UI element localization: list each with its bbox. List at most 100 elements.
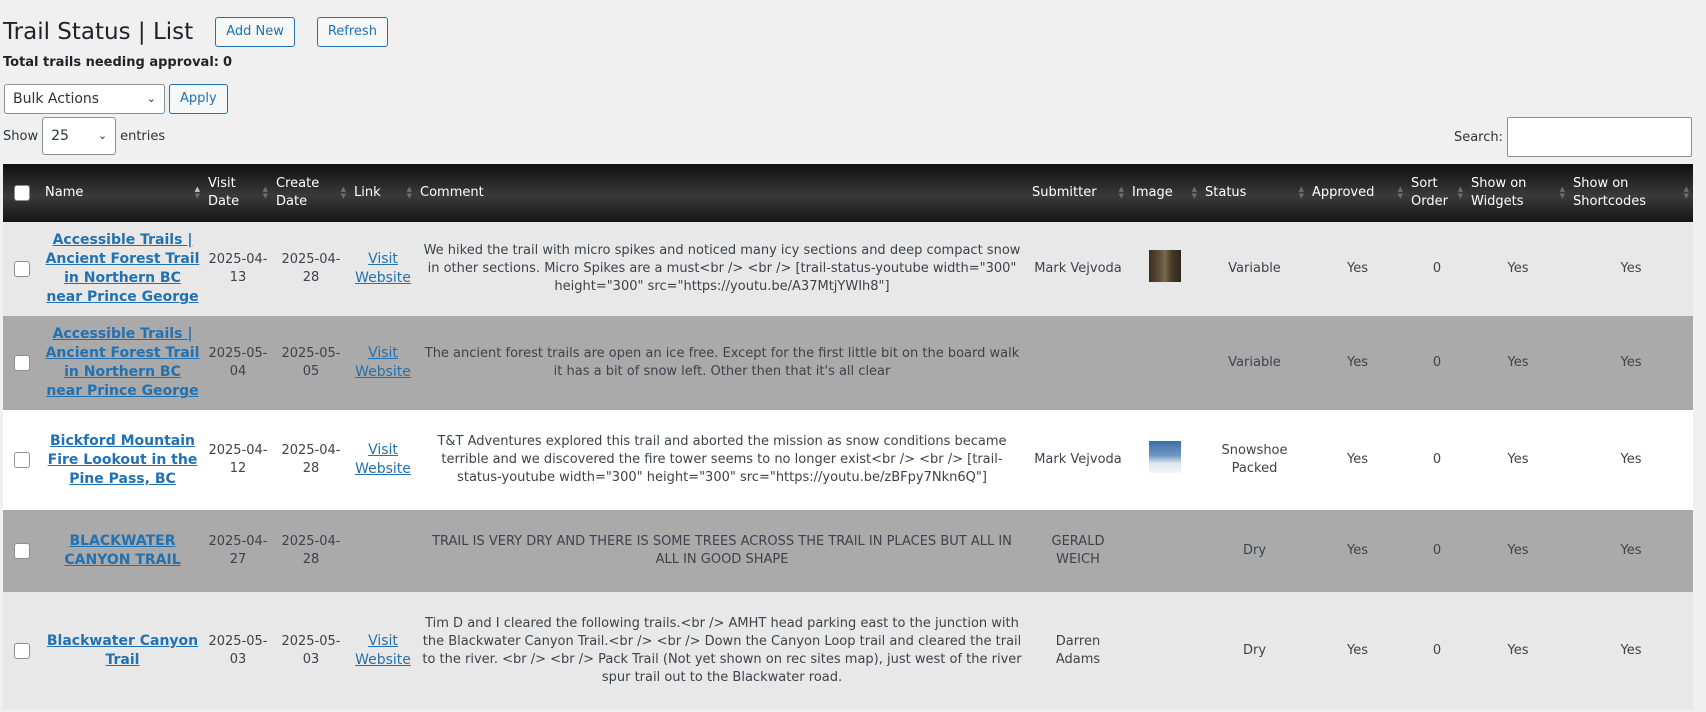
trail-name-link[interactable]: Bickford Mountain Fire Lookout in the Pi… [48,433,198,487]
name-cell: Accessible Trails | Ancient Forest Trail… [41,222,204,316]
column-header-comment[interactable]: Comment [416,164,1028,222]
page-title: Trail Status | List [3,19,194,45]
table-row: Bickford Mountain Fire Lookout in the Pi… [3,410,1693,510]
approval-count: 0 [222,55,233,70]
sort-order-cell: 0 [1432,261,1442,276]
show-on-widgets-cell: Yes [1507,643,1529,658]
show-on-widgets-cell: Yes [1507,355,1529,370]
column-header-show-on-shortcodes[interactable]: Show on Shortcodes ▲ ▼ [1569,164,1693,222]
column-header-visit-date[interactable]: Visit Date ▲ ▼ [204,164,272,222]
comment-cell: We hiked the trail with micro spikes and… [423,243,1021,294]
column-header-link[interactable]: Link ▲ ▼ [350,164,416,222]
row-select-cell [3,316,41,410]
sort-icon: ▲ ▼ [1298,185,1304,200]
column-header-sort-order[interactable]: Sort Order ▲ ▼ [1407,164,1467,222]
table-row: Blackwater Canyon Trail 2025-05-03 2025-… [3,592,1693,710]
image-cell [1128,510,1201,592]
visit-website-link[interactable]: Visit Website [355,345,411,380]
apply-button[interactable]: Apply [169,84,228,114]
row-checkbox[interactable] [14,260,30,277]
row-checkbox[interactable] [14,354,30,371]
search-label: Search: [1453,129,1503,145]
sort-icon: ▲ ▼ [1457,185,1463,200]
show-on-shortcodes-cell: Yes [1620,452,1642,467]
row-checkbox[interactable] [14,642,30,659]
row-select-cell [3,222,41,316]
link-cell [350,510,416,592]
sort-order-cell: 0 [1432,355,1442,370]
column-header-show-on-widgets[interactable]: Show on Widgets ▲ ▼ [1467,164,1569,222]
entries-per-page-select[interactable]: 25 ⌄ [42,117,117,155]
visit-date-cell: 2025-05-04 [208,346,268,379]
status-cell: Variable [1228,261,1281,276]
sort-order-cell: 0 [1432,643,1442,658]
column-header-approved[interactable]: Approved ▲ ▼ [1308,164,1407,222]
column-header-status[interactable]: Status ▲ ▼ [1201,164,1308,222]
show-on-shortcodes-cell: Yes [1620,261,1642,276]
status-cell: Snowshoe Packed [1221,443,1288,476]
create-date-cell: 2025-04-28 [281,534,341,567]
visit-date-cell: 2025-05-03 [208,634,268,667]
link-cell: Visit Website [350,222,416,316]
trail-name-link[interactable]: Accessible Trails | Ancient Forest Trail… [46,326,200,399]
length-suffix: entries [120,128,166,144]
bulk-actions-select[interactable]: Bulk Actions ⌄ [4,84,165,114]
image-cell [1128,592,1201,710]
submitter-cell: Darren Adams [1055,634,1101,667]
search-bar: Search: [1454,117,1692,157]
sort-icon: ▲ ▼ [1191,185,1197,200]
trails-table: Name ▲ ▼ Visit Date ▲ ▼ Create Date ▲ ▼ Link ▲ ▼… [3,164,1693,710]
approved-cell: Yes [1347,643,1368,658]
create-date-cell: 2025-04-28 [281,252,341,285]
bulk-actions-value: Bulk Actions [13,91,100,107]
column-header-name[interactable]: Name ▲ ▼ [41,164,204,222]
create-date-cell: 2025-05-05 [281,346,341,379]
trail-name-link[interactable]: Blackwater Canyon Trail [47,633,198,668]
column-header-create-date[interactable]: Create Date ▲ ▼ [272,164,350,222]
name-cell: Bickford Mountain Fire Lookout in the Pi… [41,410,204,510]
column-header-image[interactable]: Image ▲ ▼ [1128,164,1201,222]
trail-thumbnail[interactable] [1148,250,1181,282]
row-select-cell [3,410,41,510]
visit-website-link[interactable]: Visit Website [355,442,411,477]
image-cell [1128,316,1201,410]
trail-name-link[interactable]: Accessible Trails | Ancient Forest Trail… [46,232,200,305]
add-new-button[interactable]: Add New [215,17,295,47]
show-on-widgets-cell: Yes [1507,543,1529,558]
row-checkbox[interactable] [14,451,30,468]
sort-icon: ▲ ▼ [262,185,268,200]
visit-website-link[interactable]: Visit Website [355,633,411,668]
approved-cell: Yes [1347,355,1368,370]
status-cell: Dry [1242,643,1267,658]
chevron-down-icon: ⌄ [97,129,108,142]
comment-cell: Tim D and I cleared the following trails… [422,616,1022,685]
approved-cell: Yes [1347,452,1368,467]
comment-cell: TRAIL IS VERY DRY AND THERE IS SOME TREE… [432,534,1012,567]
status-cell: Dry [1242,543,1267,558]
refresh-button[interactable]: Refresh [316,17,388,47]
sort-order-cell: 0 [1432,543,1442,558]
show-on-shortcodes-cell: Yes [1620,355,1642,370]
sort-icon: ▲ ▼ [340,185,346,200]
comment-cell: T&T Adventures explored this trail and a… [437,434,1007,485]
search-input[interactable] [1507,117,1692,157]
sort-icon: ▲ ▼ [406,185,412,200]
approval-label: Total trails needing approval: [3,55,219,70]
chevron-down-icon: ⌄ [146,92,156,105]
trail-name-link[interactable]: BLACKWATER CANYON TRAIL [64,533,180,568]
visit-date-cell: 2025-04-12 [208,443,268,476]
approval-summary: Total trails needing approval: 0 [3,55,232,70]
visit-website-link[interactable]: Visit Website [355,251,411,286]
table-header-row: Name ▲ ▼ Visit Date ▲ ▼ Create Date ▲ ▼ Link ▲ ▼… [3,164,1693,222]
trail-thumbnail[interactable] [1148,441,1181,473]
row-checkbox[interactable] [14,542,30,559]
submitter-cell: GERALD WEICH [1051,534,1105,567]
image-cell [1128,410,1201,510]
select-all-checkbox[interactable] [14,184,30,201]
link-cell: Visit Website [350,410,416,510]
show-on-shortcodes-cell: Yes [1620,543,1642,558]
sort-icon: ▲ ▼ [1683,185,1689,200]
name-cell: BLACKWATER CANYON TRAIL [41,510,204,592]
column-header-submitter[interactable]: Submitter ▲ ▼ [1028,164,1128,222]
image-cell [1128,222,1201,316]
